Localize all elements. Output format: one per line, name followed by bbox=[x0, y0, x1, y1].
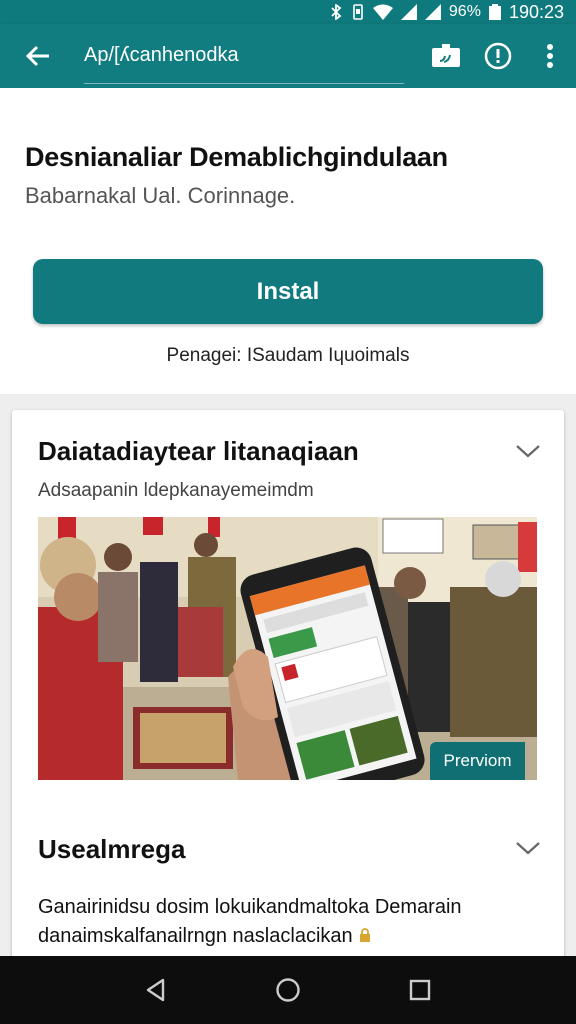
manager-text: Penagei: ISaudam Iɥuoimals bbox=[166, 345, 410, 366]
signal-icon bbox=[400, 4, 417, 20]
wifi-icon bbox=[372, 4, 393, 20]
status-bar: 96% 190:23 bbox=[0, 0, 576, 24]
back-arrow-icon bbox=[25, 45, 49, 67]
battery-percent: 96% bbox=[448, 3, 481, 20]
vibrate-icon bbox=[351, 4, 365, 20]
section-description: Ganairinidsu dosim lokuikandmaltoka Dema… bbox=[38, 893, 528, 951]
nav-recents-icon bbox=[409, 979, 431, 1001]
chevron-down-icon[interactable] bbox=[514, 441, 542, 461]
info-button[interactable] bbox=[472, 24, 524, 88]
nav-back-button[interactable] bbox=[126, 960, 186, 1020]
app-bar: Ap/[ʎcanhenodka bbox=[0, 24, 576, 88]
description-line-2: danaimskalfanailrngn naslaclacikan bbox=[38, 922, 528, 951]
screenshot-image[interactable] bbox=[38, 517, 537, 780]
signal-icon-2 bbox=[424, 4, 441, 20]
cast-icon bbox=[432, 44, 460, 67]
more-options-button[interactable] bbox=[524, 24, 576, 88]
nav-back-icon bbox=[146, 978, 165, 1002]
navigation-bar bbox=[0, 956, 576, 1024]
nav-home-button[interactable] bbox=[258, 960, 318, 1020]
app-title: Desnianaliar Demablichgindulaan bbox=[25, 142, 448, 172]
lock-icon bbox=[359, 922, 371, 951]
cast-button[interactable] bbox=[420, 24, 472, 88]
install-button[interactable]: Instal bbox=[33, 259, 543, 324]
chevron-down-icon[interactable] bbox=[514, 838, 542, 858]
nav-recents-button[interactable] bbox=[390, 960, 450, 1020]
description-line-2-text: danaimskalfanailrngn naslaclacikan bbox=[38, 925, 353, 947]
details-subtitle: Adsaapanin ldepkanayemeimdm bbox=[38, 480, 314, 501]
app-developer: Babarnakal Ual. Corinnage. bbox=[25, 183, 296, 208]
preview-button[interactable]: Prerviom bbox=[430, 742, 525, 780]
section-title[interactable]: Usealmrega bbox=[38, 834, 185, 865]
community-photo bbox=[38, 517, 537, 780]
more-vert-icon bbox=[547, 44, 553, 68]
bluetooth-icon bbox=[329, 4, 343, 20]
clock: 190:23 bbox=[508, 1, 564, 22]
info-icon bbox=[484, 42, 512, 70]
description-line-1: Ganairinidsu dosim lokuikandmaltoka Dema… bbox=[38, 896, 462, 918]
details-title[interactable]: Daiatadiaytear litanaqiaan bbox=[38, 436, 359, 467]
app-bar-title: Ap/[ʎcanhenodka bbox=[84, 28, 404, 84]
nav-home-icon bbox=[276, 978, 300, 1002]
back-button[interactable] bbox=[0, 24, 76, 88]
battery-icon bbox=[488, 4, 501, 20]
